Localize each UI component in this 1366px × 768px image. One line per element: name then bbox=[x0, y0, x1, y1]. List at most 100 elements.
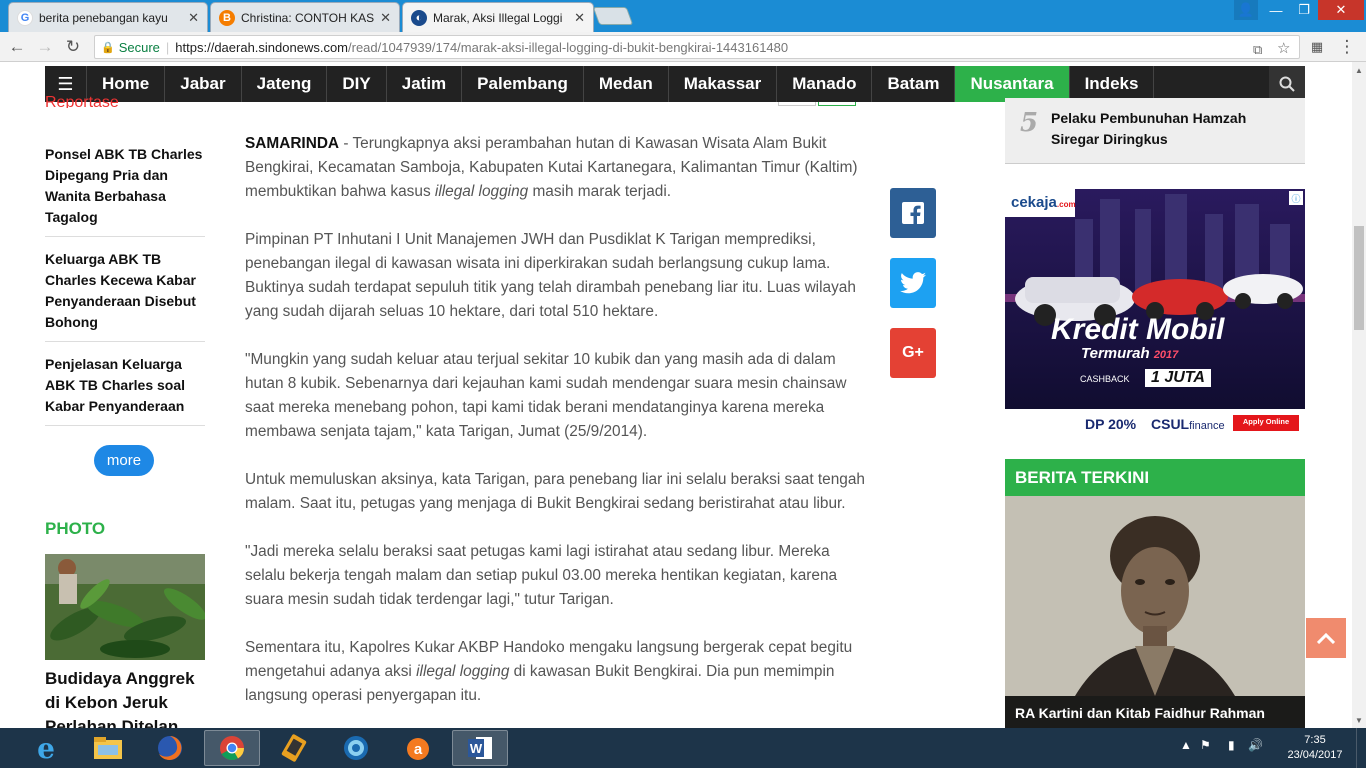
close-icon[interactable]: ✕ bbox=[380, 10, 391, 26]
terkini-caption[interactable]: RA Kartini dan Kitab Faidhur Rahman bbox=[1005, 696, 1305, 728]
scroll-up-arrow-icon[interactable]: ▲ bbox=[1355, 66, 1363, 75]
scrollbar-thumb[interactable] bbox=[1354, 226, 1364, 330]
bookmark-star-icon[interactable]: ☆ bbox=[1277, 39, 1290, 57]
ad-info-icon[interactable]: ⓘ bbox=[1289, 191, 1303, 205]
show-desktop-button[interactable] bbox=[1356, 728, 1366, 768]
tab-sindonews[interactable]: ◐ Marak, Aksi Illegal Loggi ✕ bbox=[402, 2, 594, 32]
article-paragraph: Untuk memuluskan aksinya, kata Tarigan, … bbox=[245, 471, 865, 512]
rank-number: 5 bbox=[1020, 108, 1039, 138]
firefox-icon[interactable] bbox=[142, 730, 198, 766]
system-clock[interactable]: 7:35 23/04/2017 bbox=[1282, 733, 1348, 763]
forward-icon[interactable]: → bbox=[34, 36, 56, 58]
lock-icon: 🔒 bbox=[101, 41, 115, 54]
facebook-share-button[interactable] bbox=[890, 188, 936, 238]
nav-makassar[interactable]: Makassar bbox=[669, 66, 778, 102]
nav-indeks[interactable]: Indeks bbox=[1070, 66, 1155, 102]
scroll-down-arrow-icon[interactable]: ▼ bbox=[1355, 716, 1363, 725]
explorer-icon[interactable] bbox=[80, 730, 136, 766]
nav-diy[interactable]: DIY bbox=[327, 66, 387, 102]
divider: | bbox=[165, 39, 170, 55]
article-paragraph: Sementara itu, Kapolres Kukar AKBP Hando… bbox=[245, 636, 865, 708]
browser-toolbar: ← → ↻ 🔒 Secure | https://daerah.sindonew… bbox=[0, 32, 1366, 62]
ad-subheadline: Termurah 2017 bbox=[1081, 345, 1179, 362]
avast-icon[interactable]: a bbox=[390, 730, 446, 766]
google-plus-icon: G+ bbox=[902, 344, 924, 361]
nav-manado[interactable]: Manado bbox=[777, 66, 873, 102]
article-paragraph: SAMARINDA - Terungkapnya aksi perambahan… bbox=[245, 132, 865, 204]
nav-batam[interactable]: Batam bbox=[872, 66, 956, 102]
twitter-share-button[interactable] bbox=[890, 258, 936, 308]
popular-item[interactable]: 5 Pelaku Pembunuhan Hamzah Siregar Dirin… bbox=[1005, 98, 1305, 164]
tray-overflow-icon[interactable]: ▲ bbox=[1180, 738, 1192, 752]
close-window-icon[interactable]: ✕ bbox=[1318, 0, 1364, 20]
nav-jabar[interactable]: Jabar bbox=[165, 66, 242, 102]
windows-taskbar: e a W ▲ ⚑ ▮ 🔊 7:35 23/04/2017 bbox=[0, 728, 1366, 768]
minimize-icon[interactable]: — bbox=[1262, 0, 1290, 20]
article-tool-button[interactable] bbox=[818, 102, 856, 106]
article-body: SAMARINDA - Terungkapnya aksi perambahan… bbox=[245, 132, 865, 728]
back-icon[interactable]: ← bbox=[6, 36, 28, 58]
facebook-icon bbox=[902, 202, 924, 224]
reload-icon[interactable]: ↻ bbox=[62, 36, 84, 58]
section-title: Reportase bbox=[45, 96, 119, 108]
close-icon[interactable]: ✕ bbox=[188, 10, 199, 26]
chrome-icon[interactable] bbox=[204, 730, 260, 766]
volume-icon[interactable]: 🔊 bbox=[1248, 738, 1263, 752]
nav-jateng[interactable]: Jateng bbox=[242, 66, 328, 102]
article-paragraph: "Jadi mereka selalu beraksi saat petugas… bbox=[245, 543, 838, 608]
page-scrollbar[interactable]: ▲ ▼ bbox=[1352, 62, 1366, 728]
tab-title: berita penebangan kayu bbox=[39, 10, 168, 25]
ad-brand: cekaja.com bbox=[1011, 194, 1076, 211]
nav-medan[interactable]: Medan bbox=[584, 66, 669, 102]
translate-icon[interactable]: ⧉ bbox=[1253, 42, 1262, 58]
chevron-up-icon bbox=[1317, 632, 1335, 644]
flag-icon[interactable]: ⚑ bbox=[1200, 738, 1211, 752]
tab-google-search[interactable]: G berita penebangan kayu ✕ bbox=[8, 2, 208, 32]
user-icon[interactable]: 👤 bbox=[1234, 0, 1258, 20]
nav-palembang[interactable]: Palembang bbox=[462, 66, 584, 102]
secure-label: Secure bbox=[118, 39, 160, 55]
photo-thumbnail[interactable] bbox=[45, 554, 205, 660]
article-paragraph: Pimpinan PT Inhutani I Unit Manajemen JW… bbox=[245, 231, 856, 320]
ad-headline: Kredit Mobil bbox=[1051, 313, 1225, 346]
article-tool-button[interactable] bbox=[778, 102, 816, 106]
extension-icon[interactable]: ▦ bbox=[1306, 36, 1328, 58]
word-icon[interactable]: W bbox=[452, 730, 508, 766]
photo-section-title: PHOTO bbox=[45, 519, 106, 538]
terkini-photo[interactable] bbox=[1005, 496, 1305, 728]
more-button[interactable]: more bbox=[94, 445, 154, 476]
tab-blogger[interactable]: B Christina: CONTOH KASU ✕ bbox=[210, 2, 400, 32]
url-path: /read/1047939/174/marak-aksi-illegal-log… bbox=[348, 39, 789, 55]
close-icon[interactable]: ✕ bbox=[574, 10, 585, 26]
address-bar[interactable]: 🔒 Secure | https://daerah.sindonews.com /… bbox=[94, 35, 1300, 59]
photo-caption[interactable]: Budidaya Anggrek di Kebon Jeruk Perlahan… bbox=[45, 667, 205, 728]
paragraph-text: masih marak terjadi. bbox=[528, 183, 672, 200]
clock-time: 7:35 bbox=[1304, 734, 1326, 746]
emphasis: illegal logging bbox=[434, 183, 529, 200]
tab-title: Christina: CONTOH KASU bbox=[241, 10, 375, 25]
scroll-to-top-button[interactable] bbox=[1306, 618, 1346, 658]
gplus-share-button[interactable]: G+ bbox=[890, 328, 936, 378]
search-icon[interactable] bbox=[1269, 66, 1305, 102]
app2-icon[interactable] bbox=[328, 730, 384, 766]
ad-apply-button[interactable]: Apply Online bbox=[1233, 417, 1299, 426]
ad-dp: DP 20% bbox=[1085, 416, 1137, 432]
twitter-icon bbox=[900, 272, 926, 294]
article-paragraph: "Mungkin yang sudah keluar atau terjual … bbox=[245, 351, 847, 440]
related-link[interactable]: Penjelasan Keluarga ABK TB Charles soal … bbox=[45, 354, 205, 426]
popular-title[interactable]: Pelaku Pembunuhan Hamzah Siregar Diringk… bbox=[1051, 108, 1291, 150]
related-link[interactable]: Keluarga ABK TB Charles Kecewa Kabar Pen… bbox=[45, 249, 205, 342]
nav-jatim[interactable]: Jatim bbox=[387, 66, 463, 102]
svg-text:W: W bbox=[470, 741, 483, 756]
advertisement-banner[interactable]: cekaja.com ⓘ Kredit Mobil Termurah 2017 … bbox=[1005, 189, 1305, 439]
ie-icon[interactable]: e bbox=[18, 730, 74, 766]
menu-dots-icon[interactable]: ⋮ bbox=[1336, 36, 1358, 58]
app-icon[interactable] bbox=[266, 730, 322, 766]
clock-date: 23/04/2017 bbox=[1287, 749, 1343, 761]
new-tab-button[interactable] bbox=[592, 7, 634, 25]
related-link[interactable]: Ponsel ABK TB Charles Dipegang Pria dan … bbox=[45, 144, 205, 237]
restore-icon[interactable]: ❐ bbox=[1290, 0, 1318, 20]
ad-cashback-label: CASHBACK bbox=[1080, 374, 1130, 384]
nav-nusantara[interactable]: Nusantara bbox=[955, 66, 1070, 102]
battery-icon[interactable]: ▮ bbox=[1228, 738, 1235, 752]
